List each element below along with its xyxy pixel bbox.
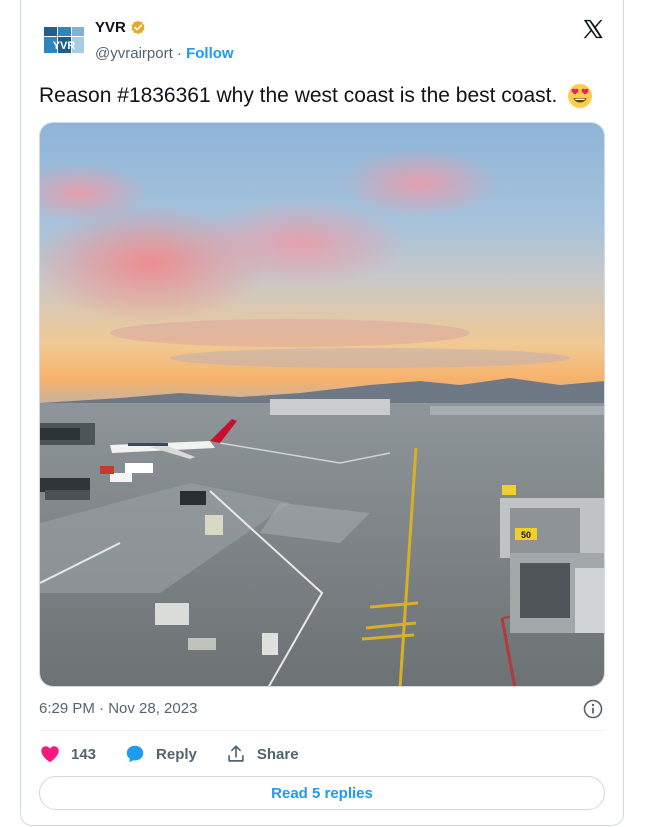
reply-button[interactable]: Reply xyxy=(124,743,197,765)
author-handle[interactable]: @yvrairport xyxy=(95,45,173,62)
avatar-text: YVR xyxy=(53,40,76,52)
like-count: 143 xyxy=(71,745,97,763)
yvr-logo-avatar[interactable]: YVR xyxy=(44,27,84,53)
share-button[interactable]: Share xyxy=(225,743,299,765)
airport-sunset-photo: 50 xyxy=(40,123,604,686)
tweet-timestamp[interactable]: 6:29 PM · Nov 28, 2023 xyxy=(39,700,197,717)
read-replies-button[interactable]: Read 5 replies xyxy=(39,776,605,810)
tweet-text: Reason #1836361 why the west coast is th… xyxy=(39,84,558,107)
author-name[interactable]: YVR xyxy=(95,19,126,36)
follow-button[interactable]: Follow xyxy=(186,45,234,62)
like-button[interactable]: 143 xyxy=(39,743,96,765)
x-logo-icon[interactable] xyxy=(582,18,604,40)
heart-icon xyxy=(41,746,59,763)
verified-badge-icon xyxy=(131,20,145,34)
divider xyxy=(39,730,605,731)
share-upload-icon xyxy=(228,745,244,762)
tweet-actions: 143 Reply Share xyxy=(39,742,327,766)
tweet-text-row: Reason #1836361 why the west coast is th… xyxy=(39,83,593,109)
separator-dot: · xyxy=(176,45,182,62)
author-handle-row: @yvrairport · Follow xyxy=(95,45,234,62)
gate-number-sign: 50 xyxy=(521,530,531,540)
heart-eyes-emoji-icon xyxy=(568,84,593,109)
share-label: Share xyxy=(256,745,299,763)
reply-bubble-icon xyxy=(126,745,144,763)
author-name-row: YVR xyxy=(95,19,146,36)
info-icon[interactable] xyxy=(583,699,603,719)
reply-label: Reply xyxy=(156,745,197,763)
tweet-photo[interactable]: 50 xyxy=(39,122,605,687)
